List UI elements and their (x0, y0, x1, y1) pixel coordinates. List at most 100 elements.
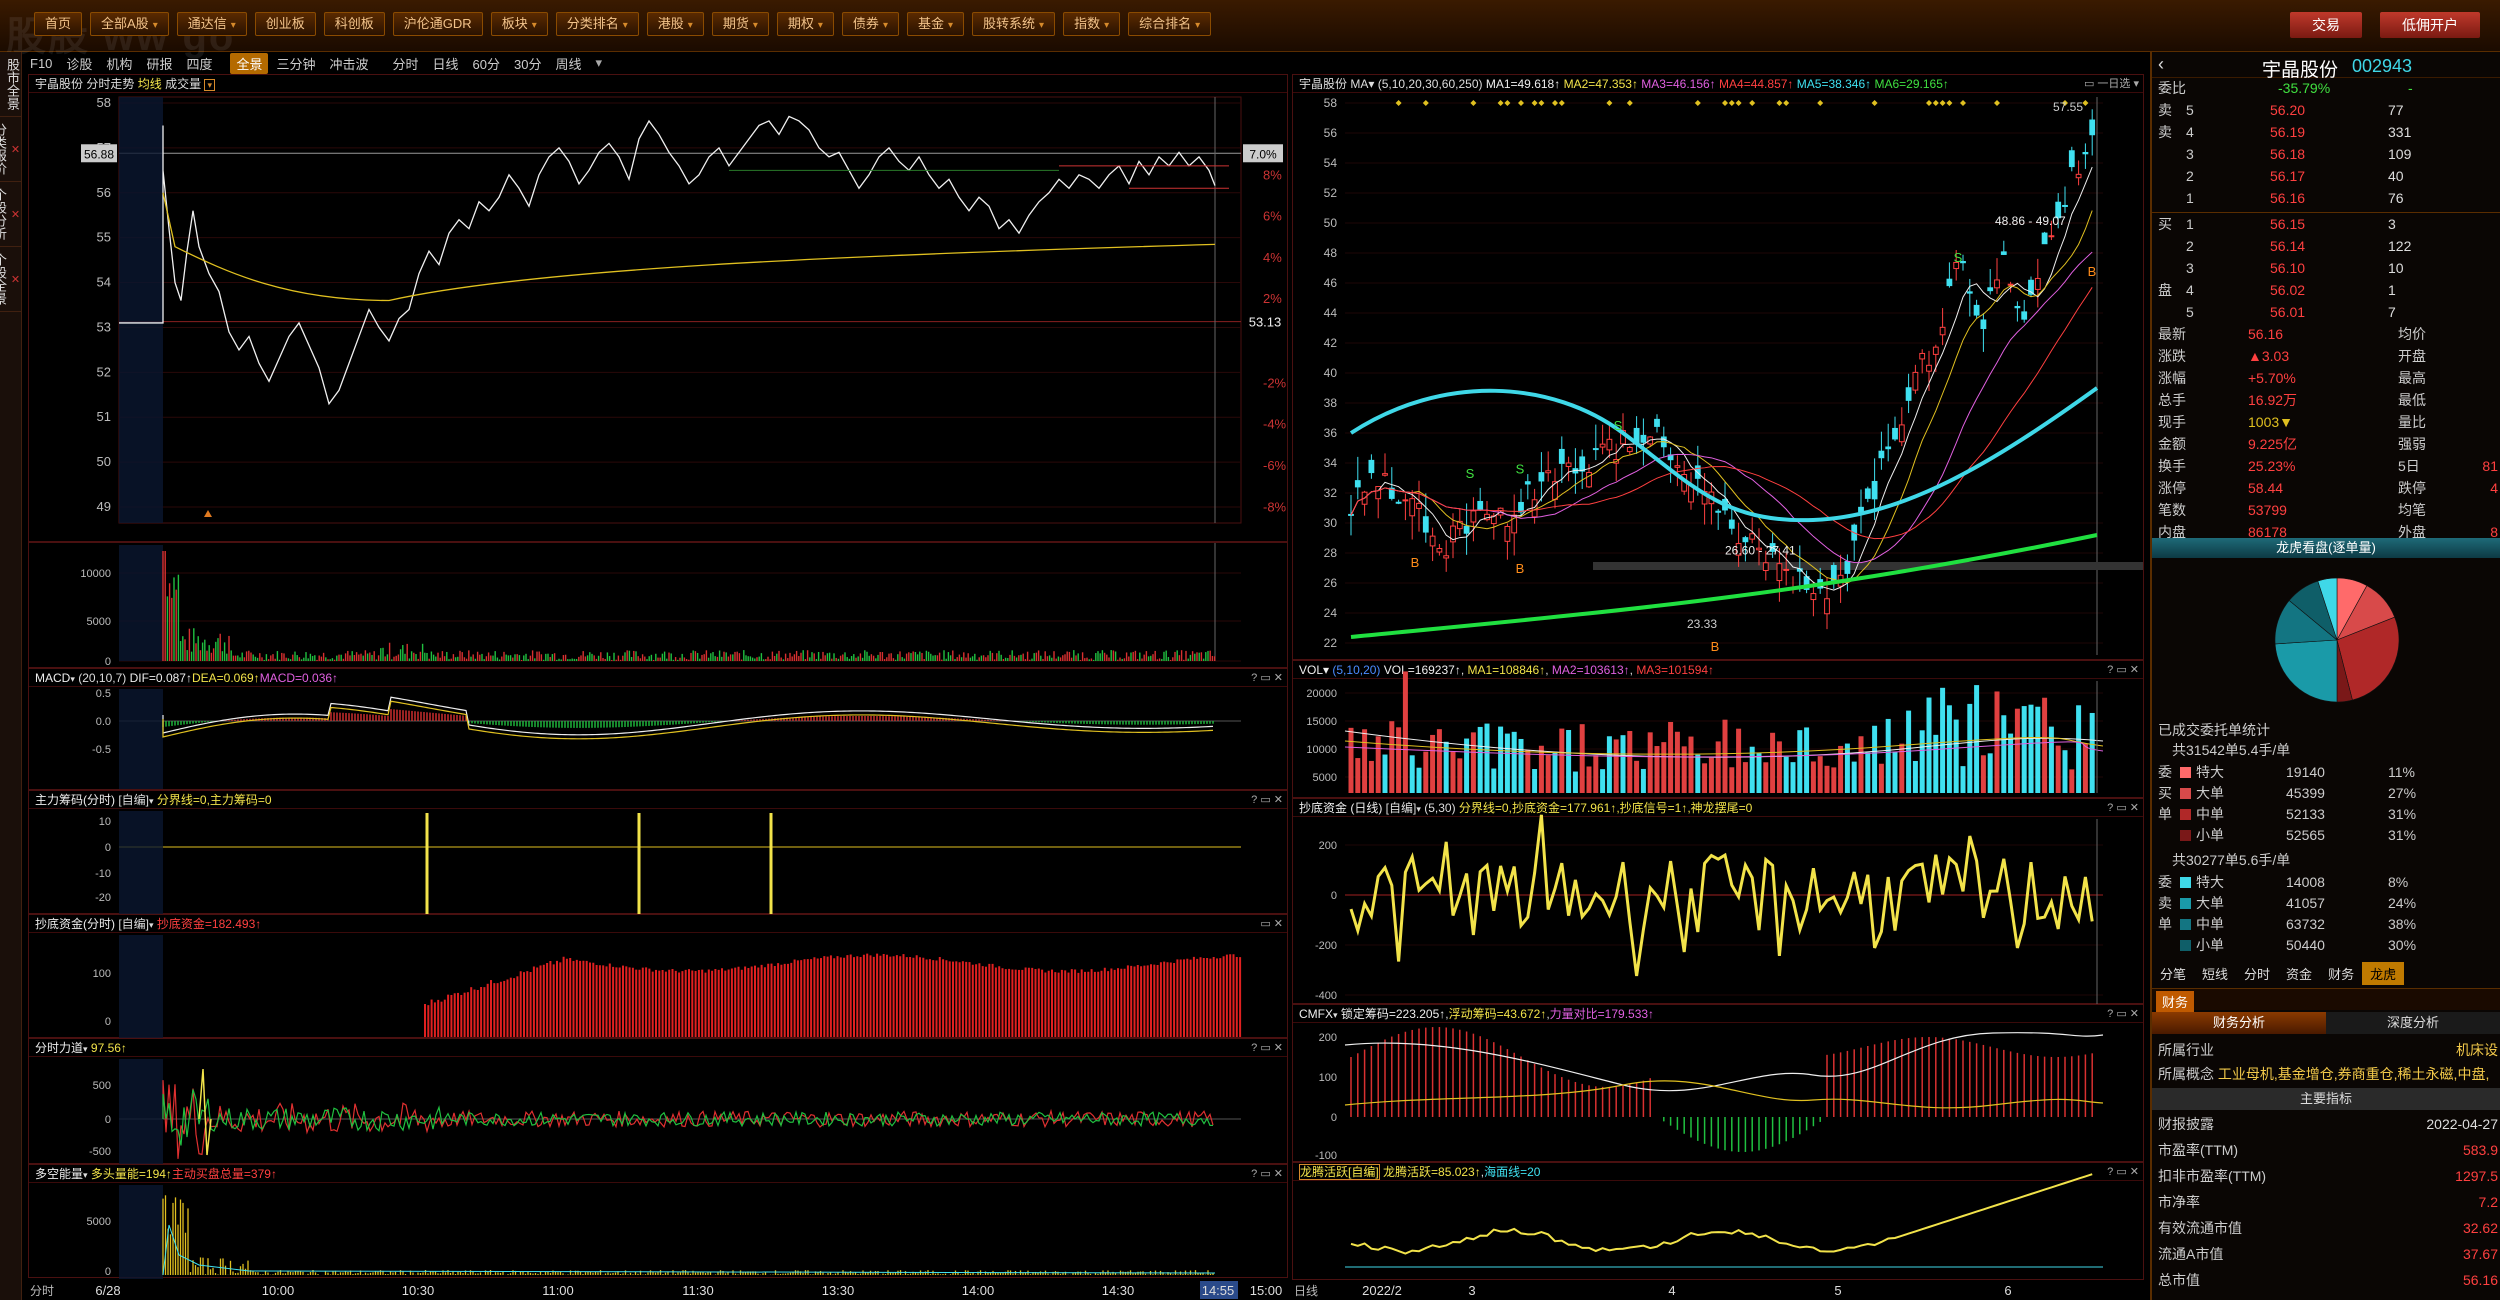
ask-level: 5 (2186, 102, 2194, 118)
menu-button[interactable]: 全部A股 ▾ (90, 12, 169, 36)
close-icon[interactable]: ✕ (9, 123, 22, 175)
pct-tag-text: 7.0% (1249, 147, 1277, 161)
candle-body (1429, 535, 1436, 547)
finance-value: 1297.5 (2455, 1168, 2498, 1184)
toolbar-tab[interactable]: 冲击波 (324, 53, 375, 74)
menu-button[interactable]: 股转系统 ▾ (972, 12, 1056, 36)
toolbar-link[interactable]: F10 (24, 55, 58, 72)
open-account-button[interactable]: 低佣开户 (2380, 12, 2480, 38)
left-nav-item[interactable]: ✕ 个股分析 (0, 182, 22, 247)
volume-bar (1967, 703, 1973, 793)
chip-panel: 主力筹码(分时) [自编]▾ 分界线=0,主力筹码=0? ▭ ✕ 10 0 -10-… (28, 790, 1288, 915)
finance-row: 财报披露 2022-04-27 (2158, 1114, 2500, 1135)
toolbar-dropdown-icon[interactable]: ▾ (590, 54, 609, 72)
candle-body (2000, 251, 2007, 255)
vol-tick: 5000 (87, 616, 111, 628)
bid-row: 买 1 56.15 3 (2158, 214, 2500, 235)
dipfund-tick: -200 (1315, 940, 1337, 952)
toolbar-tab[interactable]: 日线 (427, 53, 465, 74)
price-tag-text: 56.88 (84, 147, 114, 161)
finance-subtabs: 财务分析 深度分析 (2152, 1012, 2500, 1034)
menu-button[interactable]: 首页 (34, 12, 83, 36)
candle-body (1592, 448, 1599, 451)
menu-button[interactable]: 创业板 (254, 12, 316, 36)
vol-daily-plot: 20000 15000 10000 5000 (1306, 671, 2104, 793)
menu-button[interactable]: 板块 ▾ (490, 12, 548, 36)
flow-tab[interactable]: 资金 (2278, 962, 2320, 985)
toolbar-tab[interactable]: 30分 (508, 53, 547, 74)
menu-button[interactable]: 港股 ▾ (646, 12, 704, 36)
toolbar-tab[interactable]: 60分 (467, 53, 506, 74)
flow-total: 共31542单5.4手/单 (2172, 742, 2291, 758)
bid-level: 3 (2186, 260, 2194, 276)
vol-daily-panel: VOL▾ (5,10,20) VOL=169237↑, MA1=108846↑,… (1292, 660, 2144, 798)
close-icon[interactable]: ✕ (9, 253, 22, 305)
volume-bar (1892, 751, 1898, 793)
kline-plot[interactable]: 58 56 54 52 50 48 46 44 42 40 38 36 34 32 30 28 26 24 22 57… (1293, 75, 2145, 661)
menu-button[interactable]: 基金 ▾ (906, 12, 965, 36)
flow-tab[interactable]: 短线 (2194, 962, 2236, 985)
menu-button[interactable]: 沪伦通GDR (392, 12, 483, 36)
signal-diamond (1497, 100, 1504, 106)
time-label: 14:55 (1202, 1283, 1235, 1298)
flow-tab[interactable]: 分笔 (2152, 962, 2194, 985)
menu-button[interactable]: 债券 ▾ (841, 12, 899, 36)
left-nav-item[interactable]: ✕ 个股全景 (0, 247, 22, 312)
menu-label: 期货 (722, 16, 749, 31)
volume-bar (1763, 762, 1769, 793)
bid-volume: 3 (2388, 216, 2396, 232)
left-nav-item[interactable]: ✕ 分类报价 (0, 117, 22, 182)
time-label: 10:30 (402, 1283, 435, 1298)
menu-button[interactable]: 综合排名 ▾ (1128, 12, 1212, 36)
key-metrics-title: 主要指标 (2152, 1088, 2500, 1110)
stat-label-2: 强弱 (2398, 436, 2426, 452)
toolbar-link[interactable]: 四度 (180, 53, 218, 74)
toolbar-link[interactable]: 诊股 (60, 53, 98, 74)
premarket-band (119, 689, 163, 789)
volume-bar (1851, 761, 1857, 793)
toolbar-tab[interactable]: 全景 (230, 52, 269, 74)
time-label: 14:30 (1102, 1283, 1135, 1298)
flow-row: 小单 50440 30% (2158, 935, 2500, 956)
toolbar-link[interactable]: 研报 (140, 53, 178, 74)
menu-button[interactable]: 分类排名 ▾ (555, 12, 639, 36)
finance-row: 流通A市值 37.67 (2158, 1244, 2500, 1265)
stat-value: 9.225亿 (2248, 436, 2298, 452)
flow-tab[interactable]: 财务 (2320, 962, 2362, 985)
toolbar-tab[interactable]: 分时 (387, 53, 425, 74)
finance-tab[interactable]: 财务 (2156, 991, 2195, 1012)
intraday-price-plot[interactable]: 585756555453525150498%6%4%2%-2%-4%-6%-8%… (29, 75, 1289, 543)
menu-button[interactable]: 科创板 (323, 12, 385, 36)
finance-analysis-tab[interactable]: 财务分析 (2152, 1012, 2326, 1034)
deep-analysis-tab[interactable]: 深度分析 (2326, 1012, 2500, 1034)
volume-bar (1838, 745, 1844, 793)
vol-tick: 0 (105, 656, 111, 668)
ask-volume: 77 (2388, 102, 2404, 118)
volume-bar (1940, 687, 1946, 793)
trade-button[interactable]: 交易 (2290, 12, 2362, 38)
candle-body (1858, 506, 1864, 513)
kline-panel: 宇晶股份 MA▾ (5,10,20,30,60,250) MA1=49.618↑… (1292, 74, 2144, 660)
toolbar-tab[interactable]: 周线 (549, 53, 587, 74)
bullbear-tick: 5000 (87, 1216, 111, 1228)
volume-bar (1695, 754, 1701, 793)
toolbar-tab[interactable]: 三分钟 (270, 53, 321, 74)
left-nav-item[interactable]: 股市全景 (0, 52, 22, 117)
price-tick: 36 (1324, 426, 1338, 440)
menu-button[interactable]: 通达信 ▾ (176, 12, 247, 36)
signal-diamond (1722, 100, 1728, 106)
back-arrow-icon[interactable]: ‹ (2158, 54, 2164, 75)
volume-bar (1817, 756, 1823, 793)
flow-tab[interactable]: 龙虎 (2362, 962, 2405, 985)
menu-button[interactable]: 指数 ▾ (1063, 12, 1121, 36)
menu-button[interactable]: 期货 ▾ (711, 12, 769, 36)
toolbar-link[interactable]: 机构 (100, 53, 138, 74)
volume-bar (1994, 691, 2000, 793)
volume-bar (1661, 742, 1667, 793)
bid-price: 56.10 (2270, 260, 2306, 276)
menu-button[interactable]: 期权 ▾ (776, 12, 834, 36)
caret-down-icon: ▾ (1195, 20, 1201, 31)
signal-diamond (1871, 100, 1878, 106)
close-icon[interactable]: ✕ (9, 188, 22, 240)
flow-tab[interactable]: 分时 (2236, 962, 2278, 985)
